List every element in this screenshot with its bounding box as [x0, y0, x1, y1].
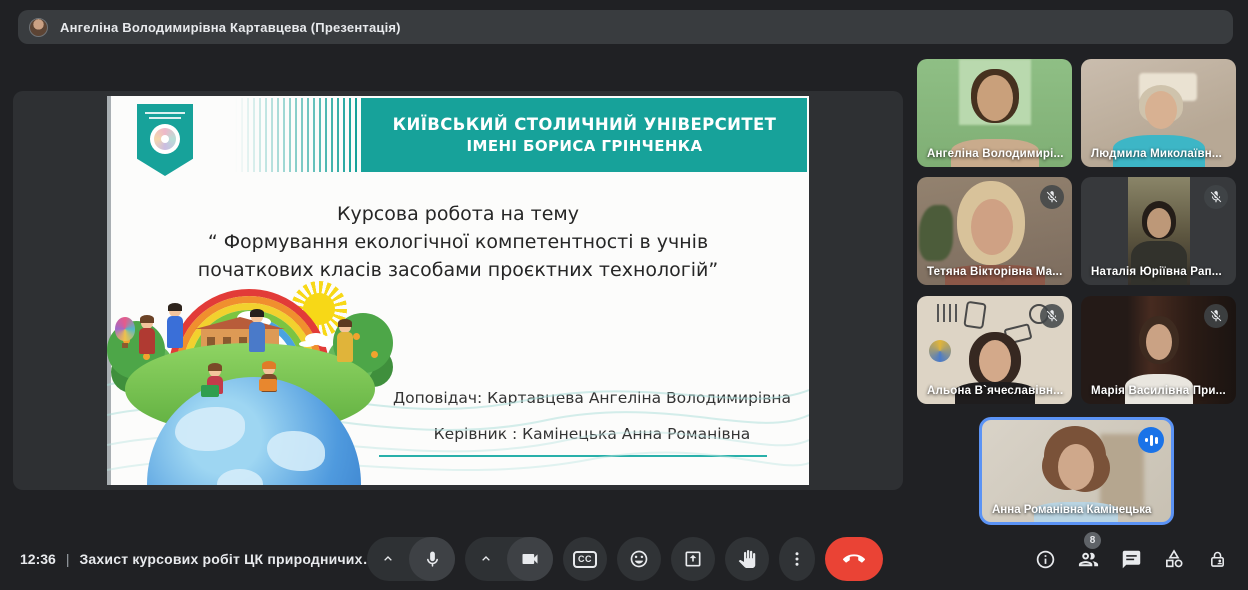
- host-controls-button[interactable]: [1204, 546, 1230, 572]
- logo-text-line: [145, 112, 185, 114]
- slide-underline: [379, 455, 767, 457]
- slide-title-line2: “ Формування екологічної компетентності …: [107, 228, 809, 256]
- hot-air-balloon-graphic: [115, 317, 135, 341]
- participant-count-badge: 8: [1084, 532, 1101, 549]
- meeting-name: Захист курсових робіт ЦК природничих дис…: [79, 551, 379, 567]
- mic-off-icon: [1040, 304, 1064, 328]
- presenter-banner-name: Ангеліна Володимирівна Картавцева (Презе…: [60, 20, 401, 35]
- presenter-banner: Ангеліна Володимирівна Картавцева (Презе…: [18, 10, 1233, 44]
- meeting-details-button[interactable]: [1032, 546, 1058, 572]
- present-screen-button[interactable]: [671, 537, 715, 581]
- slide-credits: Доповідач: Картавцева Ангеліна Володимир…: [392, 389, 792, 443]
- call-controls: CC: [367, 537, 883, 581]
- slide-title-line3: початкових класів засобами проєктних тех…: [107, 256, 809, 284]
- mic-off-icon: [1204, 304, 1228, 328]
- chat-icon: [1121, 549, 1142, 570]
- end-call-button[interactable]: [825, 537, 883, 581]
- participant-tile[interactable]: Наталія Юріївна Рап...: [1081, 177, 1236, 285]
- participant-name: Анна Романівна Камінецька: [992, 504, 1151, 516]
- participant-tile[interactable]: Альона В`ячеславівн...: [917, 296, 1072, 404]
- camera-button[interactable]: [507, 537, 553, 581]
- slide-supervisor-line: Керівник : Камінецька Анна Романівна: [392, 425, 792, 443]
- reactions-button[interactable]: [617, 537, 661, 581]
- slide-illustration: [109, 281, 401, 485]
- camera-options-chevron[interactable]: [465, 537, 507, 581]
- book-graphic: [259, 379, 277, 391]
- end-call-icon: [843, 548, 865, 570]
- participant-name: Марія Василівна При...: [1091, 385, 1226, 397]
- presenter-avatar: [29, 18, 48, 37]
- lock-icon: [1207, 549, 1228, 570]
- activities-button[interactable]: [1161, 546, 1187, 572]
- more-vertical-icon: [788, 550, 806, 568]
- university-banner: КИЇВСЬКИЙ СТОЛИЧНИЙ УНІВЕРСИТЕТ ІМЕНІ БО…: [362, 98, 807, 172]
- meeting-info: 12:36 | Захист курсових робіт ЦК природн…: [20, 537, 379, 581]
- activities-shapes-icon: [1163, 548, 1185, 570]
- active-speaker-tile[interactable]: Анна Романівна Камінецька: [979, 417, 1174, 525]
- participant-tile[interactable]: Ангеліна Володимирі...: [917, 59, 1072, 167]
- more-options-button[interactable]: [779, 537, 815, 581]
- participant-name: Людмила Миколаївн...: [1091, 148, 1222, 160]
- captions-button[interactable]: CC: [563, 537, 607, 581]
- participant-tile[interactable]: Людмила Миколаївн...: [1081, 59, 1236, 167]
- mic-off-icon: [1040, 185, 1064, 209]
- university-logo: [137, 104, 193, 176]
- logo-text-line: [149, 117, 181, 119]
- presentation-slide: КИЇВСЬКИЙ СТОЛИЧНИЙ УНІВЕРСИТЕТ ІМЕНІ БО…: [107, 96, 809, 485]
- slide-title: Курсова робота на тему “ Формування екол…: [107, 200, 809, 284]
- participant-name: Альона В`ячеславівн...: [927, 385, 1063, 397]
- mic-control-group: [367, 537, 455, 581]
- mic-button[interactable]: [409, 537, 455, 581]
- mic-options-chevron[interactable]: [367, 537, 409, 581]
- slide-presenter-line: Доповідач: Картавцева Ангеліна Володимир…: [392, 389, 792, 407]
- presentation-tile[interactable]: КИЇВСЬКИЙ СТОЛИЧНИЙ УНІВЕРСИТЕТ ІМЕНІ БО…: [13, 91, 903, 490]
- participant-tile[interactable]: Тетяна Вікторівна Ма...: [917, 177, 1072, 285]
- participant-name: Тетяна Вікторівна Ма...: [927, 266, 1062, 278]
- university-name-line2: ІМЕНІ БОРИСА ГРІНЧЕНКА: [362, 137, 807, 155]
- university-name-line1: КИЇВСЬКИЙ СТОЛИЧНИЙ УНІВЕРСИТЕТ: [362, 115, 807, 134]
- book-graphic: [201, 385, 219, 397]
- divider: |: [66, 551, 70, 567]
- meet-window: Ангеліна Володимирівна Картавцева (Презе…: [0, 0, 1248, 590]
- chat-button[interactable]: [1118, 546, 1144, 572]
- logo-flower-emblem: [150, 124, 180, 154]
- emoji-icon: [629, 549, 649, 569]
- captions-icon: CC: [573, 551, 597, 568]
- people-icon: [1077, 548, 1100, 571]
- banner-stripes-fade: [235, 98, 362, 172]
- participant-tile[interactable]: Марія Василівна При...: [1081, 296, 1236, 404]
- people-button[interactable]: 8: [1075, 546, 1101, 572]
- mic-off-icon: [1204, 185, 1228, 209]
- raise-hand-button[interactable]: [725, 537, 769, 581]
- clock-time: 12:36: [20, 551, 56, 567]
- info-icon: [1035, 549, 1056, 570]
- cloud-graphic: [305, 333, 327, 345]
- participant-name: Ангеліна Володимирі...: [927, 148, 1064, 160]
- hand-icon: [738, 550, 756, 568]
- present-icon: [683, 549, 703, 569]
- speaking-indicator-icon: [1138, 427, 1164, 453]
- camera-control-group: [465, 537, 553, 581]
- side-panel-controls: 8: [1032, 537, 1230, 581]
- slide-title-line1: Курсова робота на тему: [107, 200, 809, 228]
- participant-name: Наталія Юріївна Рап...: [1091, 266, 1222, 278]
